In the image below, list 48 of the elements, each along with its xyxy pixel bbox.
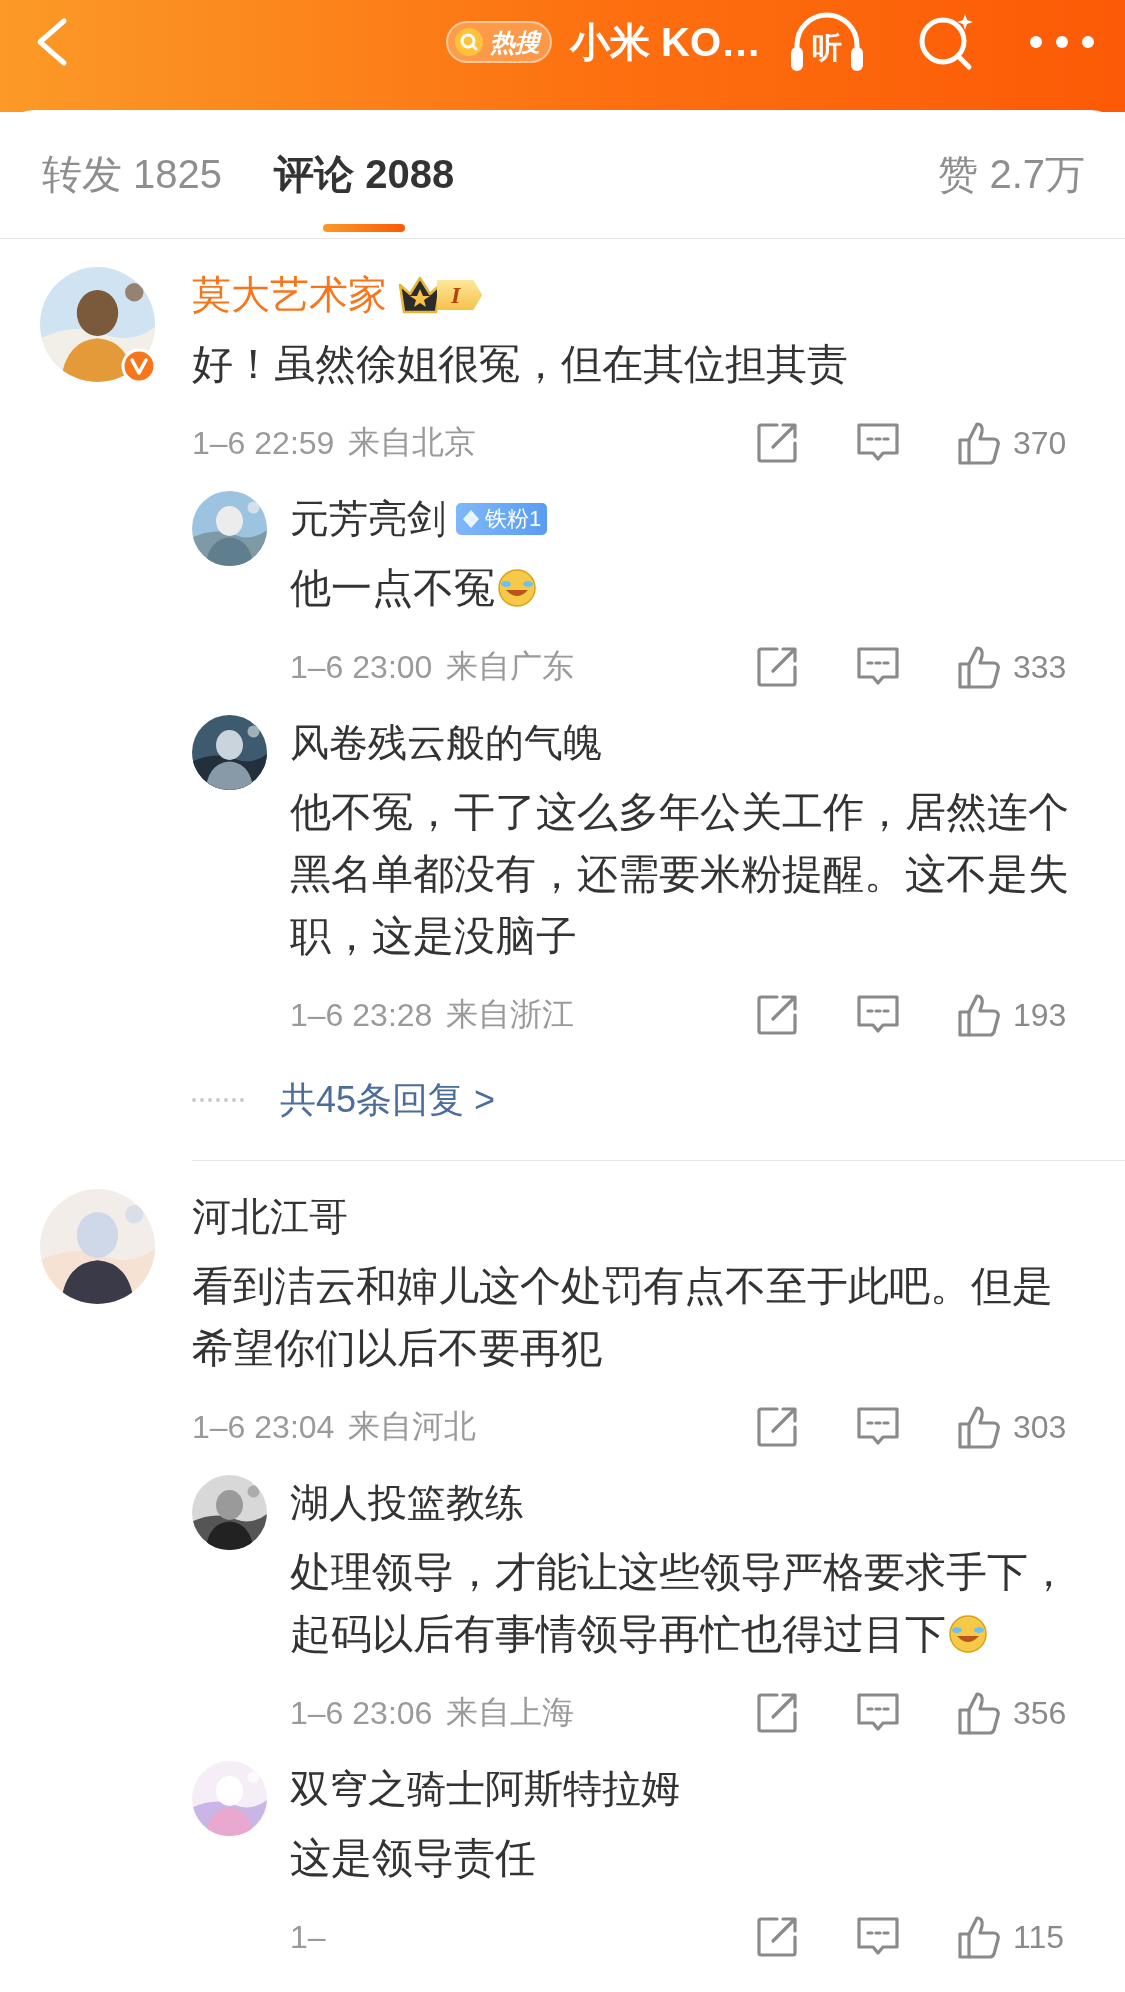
like-count: 356 [1013,1694,1067,1732]
like-icon[interactable] [957,1690,1001,1736]
share-icon[interactable] [755,645,799,689]
fan-badge: 铁粉1 [456,503,548,535]
comment-time: 1–6 22:59 [192,424,335,462]
comment-text: 看到洁云和婶儿这个处罚有点不至于此吧。但是希望你们以后不要再犯 [192,1262,1054,1373]
comment-time: 1–6 23:06 [290,1694,433,1732]
post-title: 小米 KO… [569,18,761,66]
verified-icon [121,348,157,384]
user-name[interactable]: 湖人投篮教练 [290,1476,524,1530]
like-icon[interactable] [957,420,1001,466]
like-icon[interactable] [957,1914,1001,1960]
comment-time: 1– [290,1918,326,1956]
location-label: 来自河北 [348,1407,477,1446]
like-count: 333 [1013,648,1067,686]
user-name[interactable]: 河北江哥 [192,1190,348,1244]
comment-text: 好！虽然徐姐很冤，但在其位担其责 [192,340,849,389]
more-icon[interactable] [1029,35,1095,49]
user-name[interactable]: 风卷残云般的气魄 [290,716,602,770]
comment-text: 这是领导责任 [290,1834,537,1883]
tab[interactable]: 评论 2088 [274,110,455,238]
comment-time: 1–6 23:28 [290,996,433,1034]
comment-text: 处理领导，才能让这些领导严格要求手下，起码以后有事情领导再忙也得过目下 [290,1548,1070,1659]
dotted-line [192,1098,244,1102]
like-count: 115 [1013,1918,1064,1956]
share-icon[interactable] [755,1691,799,1735]
like-count: 303 [1013,1408,1067,1446]
member-level-badge: I [437,280,483,310]
comment-time: 1–6 23:00 [290,648,433,686]
comment-time: 1–6 23:04 [192,1408,335,1446]
like-count: 193 [1013,996,1067,1034]
share-icon[interactable] [755,993,799,1037]
comment-text: 他一点不冤 [290,557,1085,619]
location-label: 来自北京 [348,423,477,462]
location-label: 来自浙江 [446,995,575,1034]
comment-text: 他不冤，干了这么多年公关工作，居然连个黑名单都没有，还需要米粉提醒。这不是失职，这是没脑子 [290,788,1070,961]
share-icon[interactable] [755,421,799,465]
location-label: 来自广东 [446,647,575,686]
more-replies-link[interactable]: 共45条回复 > [280,1075,496,1125]
like-icon[interactable] [957,992,1001,1038]
location-label: 来自上海 [446,1693,575,1732]
share-icon[interactable] [755,1405,799,1449]
like-icon[interactable] [957,644,1001,690]
share-icon[interactable] [755,1915,799,1959]
like-count: 370 [1013,424,1067,462]
like-icon[interactable] [957,1404,1001,1450]
user-name[interactable]: 双穹之骑士阿斯特拉姆 [290,1762,680,1816]
user-name[interactable]: 元芳亮剑 [290,492,446,546]
